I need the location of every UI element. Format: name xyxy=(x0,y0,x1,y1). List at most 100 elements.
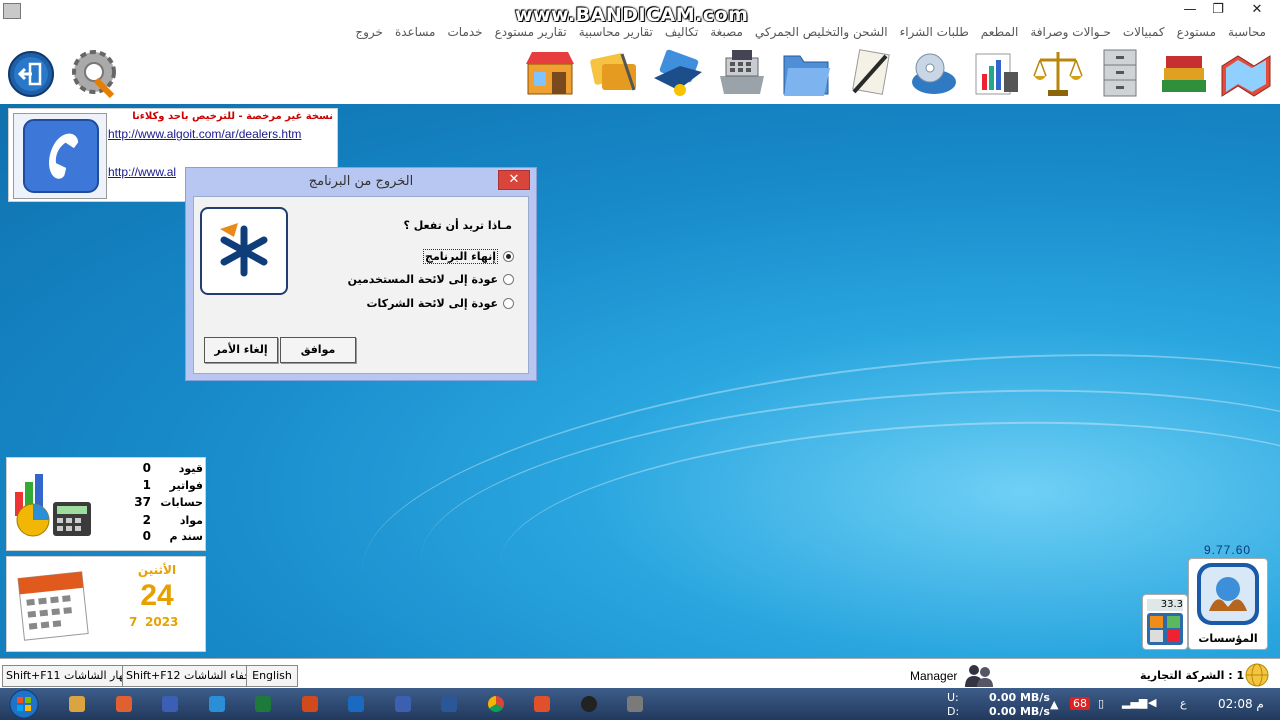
volume-icon[interactable]: ◀ xyxy=(1148,696,1156,709)
calendar-year: 2023 xyxy=(145,615,179,629)
outlook-icon[interactable] xyxy=(337,691,375,717)
ok-button[interactable]: موافق xyxy=(280,337,356,363)
stat-label: سند م xyxy=(169,530,203,543)
powerpoint-icon[interactable] xyxy=(291,691,329,717)
algo-icon[interactable] xyxy=(616,691,654,717)
menu-item[interactable]: تقارير مستودع xyxy=(489,22,573,39)
calendar-day: 24 xyxy=(140,579,174,612)
battery-icon[interactable]: ▯ xyxy=(1098,697,1104,710)
scales-icon[interactable] xyxy=(1030,46,1086,100)
input-language[interactable]: ع xyxy=(1180,697,1187,710)
charts-icon[interactable] xyxy=(968,46,1024,100)
algo-logo-icon xyxy=(200,207,288,295)
radio-dot[interactable] xyxy=(503,274,514,285)
menu-item[interactable]: تقارير محاسبية xyxy=(573,22,659,39)
radio-exit-program[interactable]: إنهاء البرنامج xyxy=(423,249,514,264)
exit-icon[interactable] xyxy=(6,49,56,99)
phone-icon xyxy=(13,113,107,199)
menu-item[interactable]: مستودع xyxy=(1171,22,1222,39)
stat-value: 37 xyxy=(134,495,151,509)
language-button[interactable]: English xyxy=(246,665,298,687)
menu-item[interactable]: مساعدة xyxy=(389,22,442,39)
toolbar xyxy=(0,42,1280,105)
company-label: 1 : الشركة التجارية xyxy=(1140,669,1245,682)
minimize-button[interactable]: — xyxy=(1175,0,1205,22)
menu-item[interactable]: خدمات xyxy=(441,22,488,39)
stat-value: 0 xyxy=(142,529,151,543)
settings-gear-icon[interactable] xyxy=(66,46,122,100)
taskbar: U: D: 0.00 MB/s 0.00 MB/s ▲ 68 ▯ ▂▄▆ ◀ ع… xyxy=(0,688,1280,720)
stat-label: مواد xyxy=(179,514,203,527)
stat-label: قيود xyxy=(178,462,203,475)
dealers-link[interactable]: http://www.algoit.com/ar/dealers.htm xyxy=(108,127,301,141)
menu-item[interactable]: محاسبة xyxy=(1222,22,1272,39)
notes-icon[interactable] xyxy=(842,46,898,100)
menu-item[interactable]: خروج xyxy=(349,22,389,39)
disks-icon[interactable] xyxy=(906,46,962,100)
menu-item[interactable]: حـوالات وصرافة xyxy=(1024,22,1117,39)
calendar-month: 7 xyxy=(129,615,138,629)
start-button-icon[interactable] xyxy=(6,689,42,719)
app-icon[interactable] xyxy=(105,691,143,717)
payment-card-icon[interactable] xyxy=(650,46,706,100)
show-screens-button[interactable]: Shift+F11 اظهار الشاشات xyxy=(2,665,136,687)
radio-dot[interactable] xyxy=(503,298,514,309)
hide-screens-button[interactable]: Shift+F12 اخفاء الشاشات xyxy=(122,665,254,687)
radio-users-list[interactable]: عودة إلى لائحة المستخدمين xyxy=(348,273,514,286)
menu-item[interactable]: كمبيالات xyxy=(1117,22,1171,39)
stats-panel: قيود فواتير حسابات مواد سند م 0 1 37 2 0 xyxy=(6,457,206,551)
radio-companies-list[interactable]: عودة إلى لائحة الشركات xyxy=(366,297,514,310)
website-link[interactable]: http://www.al xyxy=(108,165,176,179)
calendar-icon xyxy=(17,571,89,641)
dialog-question: مـاذا تريد أن تفعل ؟ xyxy=(403,219,512,232)
cabinet-icon[interactable] xyxy=(1092,46,1148,100)
radio-dot[interactable] xyxy=(503,251,514,262)
tray-expand-icon[interactable]: ▲ xyxy=(1050,698,1058,711)
record-icon[interactable] xyxy=(570,691,608,717)
stat-value: 2 xyxy=(142,513,151,527)
dialog-body: مـاذا تريد أن تفعل ؟ إنهاء البرنامج عودة… xyxy=(193,196,529,374)
books-icon[interactable] xyxy=(1156,46,1212,100)
menu-item[interactable]: طلبات الشراء xyxy=(894,22,975,39)
folder-icon[interactable] xyxy=(778,46,834,100)
close-button[interactable]: ✕ xyxy=(1237,0,1277,22)
word-icon[interactable] xyxy=(430,691,468,717)
visio-icon[interactable] xyxy=(384,691,422,717)
menu-bar: محاسبة مستودع كمبيالات حـوالات وصرافة المطعم… xyxy=(0,22,1280,42)
map-icon[interactable] xyxy=(1218,46,1274,100)
cash-register-icon[interactable] xyxy=(714,46,770,100)
cancel-button[interactable]: إلغاء الأمر xyxy=(204,337,278,363)
stat-value: 0 xyxy=(142,461,151,475)
tray-badge[interactable]: 68 xyxy=(1070,697,1090,710)
chrome-icon[interactable] xyxy=(477,691,515,717)
onenote-icon[interactable] xyxy=(151,691,189,717)
app-icon[interactable] xyxy=(3,3,21,19)
menu-item[interactable]: تكاليف xyxy=(659,22,704,39)
calculator-badge[interactable]: 33.3 xyxy=(1142,594,1188,650)
menu-item[interactable]: الشحن والتخليص الجمركي xyxy=(749,22,894,39)
maximize-button[interactable]: ❐ xyxy=(1203,0,1233,22)
explorer-icon[interactable] xyxy=(58,691,96,717)
pen-icon[interactable] xyxy=(198,691,236,717)
menu-item[interactable]: مصبغة xyxy=(704,22,749,39)
stat-label: فواتير xyxy=(169,479,203,492)
store-icon[interactable] xyxy=(522,46,578,100)
dialog-close-button[interactable]: ✕ xyxy=(498,170,530,190)
stat-value: 1 xyxy=(142,478,151,492)
cards-icon[interactable] xyxy=(586,46,642,100)
excel-icon[interactable] xyxy=(244,691,282,717)
organizations-badge[interactable]: المؤسسات xyxy=(1188,558,1268,650)
globe-hands-icon xyxy=(1197,563,1259,625)
calendar-weekday: الأثنين xyxy=(137,563,177,577)
dialog-title: الخروج من البرنامج xyxy=(308,174,414,189)
status-bar: Shift+F11 اظهار الشاشات Shift+F12 اخفاء … xyxy=(0,658,1280,689)
version-label: 9.77.60 xyxy=(1204,543,1252,557)
accounting-charts-icon xyxy=(15,474,91,537)
menu-item[interactable]: المطعم xyxy=(975,22,1025,39)
exit-dialog: الخروج من البرنامج ✕ مـاذا تريد أن تفعل … xyxy=(185,167,537,381)
bandicam-icon[interactable] xyxy=(523,691,561,717)
current-user: Manager xyxy=(910,669,958,683)
calculator-display: 33.3 xyxy=(1147,599,1183,611)
signal-icon[interactable]: ▂▄▆ xyxy=(1122,696,1147,709)
clock[interactable]: 02:08 م xyxy=(1218,697,1264,711)
